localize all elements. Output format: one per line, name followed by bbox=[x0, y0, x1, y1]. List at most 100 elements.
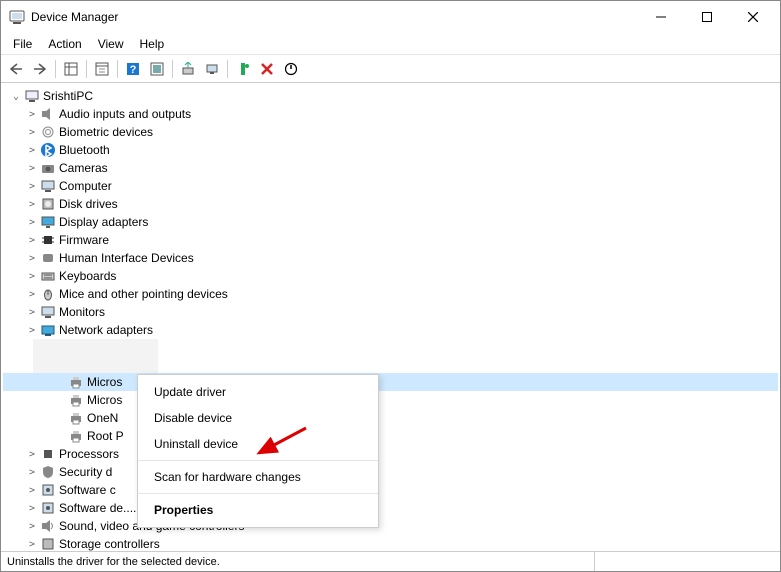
show-hide-tree-button[interactable] bbox=[60, 58, 82, 80]
scan-hardware-button[interactable] bbox=[201, 58, 223, 80]
tree-item-label: Biometric devices bbox=[59, 125, 153, 139]
minimize-button[interactable] bbox=[638, 2, 684, 32]
device-tree[interactable]: ⌄ SrishtiPC >Audio inputs and outputs>Bi… bbox=[1, 83, 780, 553]
expand-icon[interactable]: > bbox=[25, 271, 39, 282]
tree-item-cat-5[interactable]: >Disk drives bbox=[3, 195, 778, 213]
expand-icon[interactable]: > bbox=[25, 485, 39, 496]
tree-item-label: Computer bbox=[59, 179, 112, 193]
tree-item-label: Cameras bbox=[59, 161, 108, 175]
expand-icon[interactable]: > bbox=[25, 235, 39, 246]
expand-icon[interactable]: > bbox=[25, 539, 39, 550]
tree-item-cat-4[interactable]: > Computer bbox=[3, 177, 778, 195]
expand-icon[interactable]: > bbox=[25, 127, 39, 138]
printer-icon bbox=[68, 374, 84, 390]
expand-icon[interactable]: > bbox=[25, 325, 39, 336]
cm-uninstall-device[interactable]: Uninstall device bbox=[138, 431, 378, 457]
tree-item-label: Monitors bbox=[59, 305, 105, 319]
tree-item-cat-7[interactable]: > Firmware bbox=[3, 231, 778, 249]
expand-icon[interactable]: > bbox=[25, 199, 39, 210]
separator bbox=[172, 60, 173, 78]
separator bbox=[86, 60, 87, 78]
tree-item-cat2-0[interactable]: >Processors bbox=[3, 445, 778, 463]
expand-icon[interactable]: > bbox=[25, 307, 39, 318]
tree-item-cat-12[interactable]: >Network adapters bbox=[3, 321, 778, 339]
update-driver-button[interactable] bbox=[177, 58, 199, 80]
printer-icon bbox=[68, 410, 84, 426]
tree-item-cat2-4[interactable]: >Sound, video and game controllers bbox=[3, 517, 778, 535]
expand-icon[interactable]: > bbox=[25, 253, 39, 264]
disable-device-button[interactable] bbox=[280, 58, 302, 80]
tree-item-cat-9[interactable]: >Keyboards bbox=[3, 267, 778, 285]
tree-item-label: Storage controllers bbox=[59, 537, 160, 551]
printer-icon bbox=[68, 392, 84, 408]
tree-item-cat-8[interactable]: > Human Interface Devices bbox=[3, 249, 778, 267]
chip-icon bbox=[40, 232, 56, 248]
tree-item-cat-6[interactable]: > Display adapters bbox=[3, 213, 778, 231]
tree-item-cat-10[interactable]: >Mice and other pointing devices bbox=[3, 285, 778, 303]
tree-item-cat-2[interactable]: >Bluetooth bbox=[3, 141, 778, 159]
tree-item-printer-1[interactable]: Micros bbox=[3, 391, 778, 409]
tree-item-label: Software c bbox=[59, 483, 116, 497]
tree-item-cat-1[interactable]: > Biometric devices bbox=[3, 123, 778, 141]
tree-item-label: Software de.... bbox=[59, 501, 136, 515]
sound-icon bbox=[40, 518, 56, 534]
cm-properties[interactable]: Properties bbox=[138, 497, 378, 523]
help-button[interactable]: ? bbox=[122, 58, 144, 80]
tree-root[interactable]: ⌄ SrishtiPC bbox=[3, 87, 778, 105]
redacted-area bbox=[33, 339, 158, 373]
expand-icon[interactable]: > bbox=[25, 503, 39, 514]
separator bbox=[55, 60, 56, 78]
menu-view[interactable]: View bbox=[90, 35, 132, 53]
close-button[interactable] bbox=[730, 2, 776, 32]
computer-icon bbox=[40, 178, 56, 194]
tree-item-label: Human Interface Devices bbox=[59, 251, 194, 265]
cm-disable-device[interactable]: Disable device bbox=[138, 405, 378, 431]
expand-icon[interactable]: > bbox=[25, 521, 39, 532]
tree-item-cat2-1[interactable]: >Security d bbox=[3, 463, 778, 481]
maximize-button[interactable] bbox=[684, 2, 730, 32]
computer-icon bbox=[24, 88, 40, 104]
enable-device-button[interactable] bbox=[232, 58, 254, 80]
expand-icon[interactable]: > bbox=[25, 289, 39, 300]
hid-icon bbox=[40, 250, 56, 266]
tree-item-label: Micros bbox=[87, 375, 122, 389]
printer-icon bbox=[68, 428, 84, 444]
security-icon bbox=[40, 464, 56, 480]
tree-item-printer-3[interactable]: Root P bbox=[3, 427, 778, 445]
expand-icon[interactable]: > bbox=[25, 163, 39, 174]
expand-icon[interactable]: > bbox=[25, 467, 39, 478]
action-button[interactable] bbox=[146, 58, 168, 80]
bluetooth-icon bbox=[40, 142, 56, 158]
expand-icon[interactable]: > bbox=[25, 181, 39, 192]
tree-item-cat2-2[interactable]: > Software c bbox=[3, 481, 778, 499]
menu-action[interactable]: Action bbox=[40, 35, 89, 53]
uninstall-device-button[interactable] bbox=[256, 58, 278, 80]
tree-item-cat-11[interactable]: > Monitors bbox=[3, 303, 778, 321]
expand-icon[interactable]: > bbox=[25, 109, 39, 120]
svg-text:?: ? bbox=[130, 64, 137, 76]
tree-item-label: Display adapters bbox=[59, 215, 148, 229]
expand-icon[interactable]: > bbox=[25, 217, 39, 228]
tree-item-label: OneN bbox=[87, 411, 118, 425]
expand-icon[interactable]: > bbox=[25, 145, 39, 156]
menu-help[interactable]: Help bbox=[132, 35, 173, 53]
cm-update-driver[interactable]: Update driver bbox=[138, 379, 378, 405]
status-bar: Uninstalls the driver for the selected d… bbox=[1, 551, 780, 571]
properties-button[interactable] bbox=[91, 58, 113, 80]
status-segment bbox=[594, 552, 774, 571]
tree-item-printer-0[interactable]: Micros bbox=[3, 373, 778, 391]
tree-item-cat-0[interactable]: >Audio inputs and outputs bbox=[3, 105, 778, 123]
keyboard-icon bbox=[40, 268, 56, 284]
expand-icon[interactable]: ⌄ bbox=[9, 91, 23, 102]
fingerprint-icon bbox=[40, 124, 56, 140]
tree-item-cat2-3[interactable]: > Software de.... bbox=[3, 499, 778, 517]
menu-file[interactable]: File bbox=[5, 35, 40, 53]
software-icon bbox=[40, 482, 56, 498]
back-button[interactable] bbox=[5, 58, 27, 80]
cm-scan-hardware[interactable]: Scan for hardware changes bbox=[138, 464, 378, 490]
forward-button[interactable] bbox=[29, 58, 51, 80]
tree-item-label: Firmware bbox=[59, 233, 109, 247]
expand-icon[interactable]: > bbox=[25, 449, 39, 460]
tree-item-cat-3[interactable]: > Cameras bbox=[3, 159, 778, 177]
tree-item-printer-2[interactable]: OneN bbox=[3, 409, 778, 427]
